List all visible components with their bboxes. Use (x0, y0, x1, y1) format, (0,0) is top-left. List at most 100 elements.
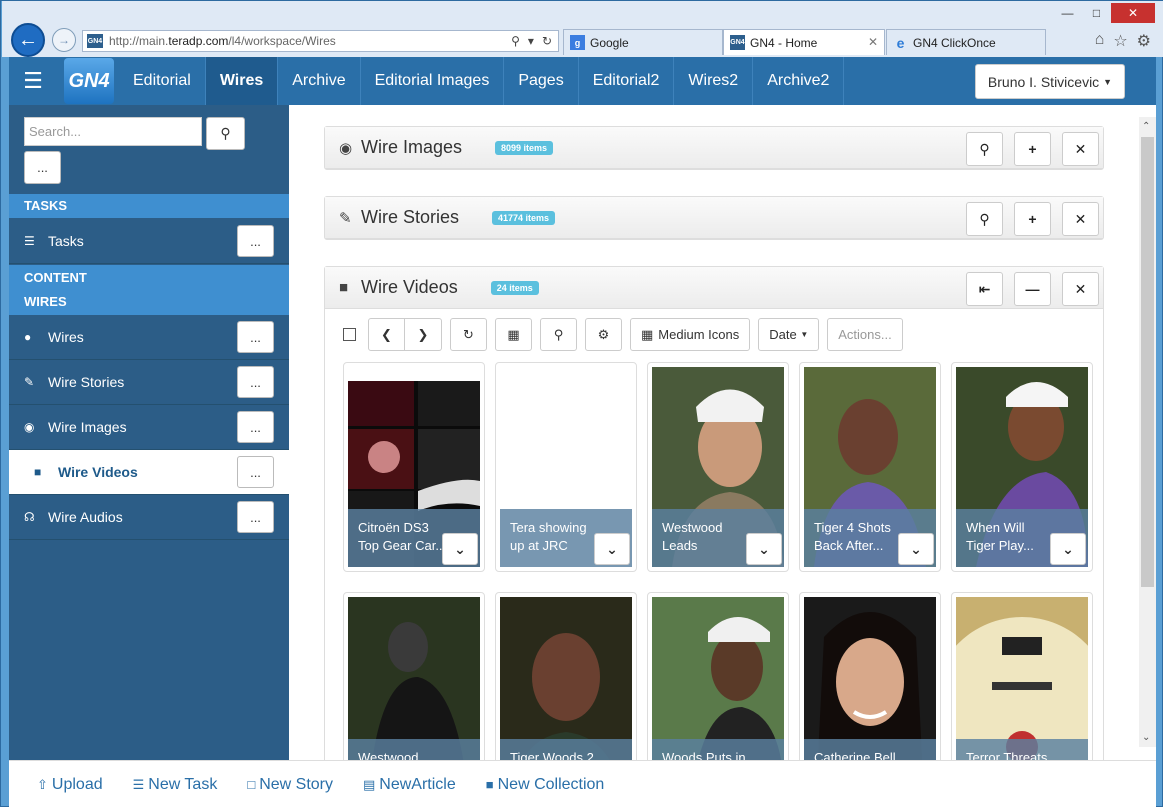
panel-header[interactable]: ◉ Wire Images 8099 items ⚲ + ✕ (325, 127, 1103, 169)
caret-down-icon: ▼ (1103, 76, 1112, 87)
more-button[interactable]: ... (237, 321, 274, 353)
unpin-button[interactable]: ⇤ (966, 272, 1003, 306)
card-menu-button[interactable]: ⌄ (594, 533, 630, 565)
search-button[interactable]: ⚲ (206, 117, 245, 150)
scroll-up-icon[interactable]: ⌃ (1142, 121, 1150, 132)
address-bar[interactable]: GN4 http://main.teradp.com/l4/workspace/… (82, 30, 559, 52)
previous-page-button[interactable]: ❮ (368, 318, 405, 351)
collapse-button[interactable]: — (1014, 272, 1051, 306)
vertical-scrollbar[interactable]: ⌃ ⌄ (1139, 117, 1156, 747)
settings-button[interactable]: ⚙ (585, 318, 622, 351)
video-card[interactable]: Tiger 4 Shots Back After... ⌄ (799, 362, 941, 572)
video-card[interactable]: Tera showing up at JRC ⌄ (495, 362, 637, 572)
select-all-checkbox[interactable] (343, 328, 356, 341)
scroll-down-icon[interactable]: ⌄ (1142, 732, 1150, 743)
favorites-star-icon[interactable]: ☆ (1113, 31, 1127, 51)
nav-archive[interactable]: Archive (278, 57, 361, 105)
scrollbar-thumb[interactable] (1141, 137, 1154, 587)
circle-arrow-right-icon: ❯ (417, 326, 429, 342)
new-collection-link[interactable]: ■ New Collection (486, 776, 605, 794)
collection-icon: ■ (485, 777, 494, 792)
task-list-icon: ☰ (132, 776, 145, 792)
video-card[interactable]: Terror Threats (951, 592, 1093, 760)
more-button[interactable]: ... (237, 225, 274, 257)
user-name: Bruno I. Stivicevic (987, 73, 1100, 90)
card-menu-button[interactable]: ⌄ (1050, 533, 1086, 565)
save-button[interactable]: ▦ (495, 318, 532, 351)
tab-gn4-home[interactable]: GN4 GN4 - Home ✕ (723, 29, 885, 55)
card-caption: Catherine Bell on (804, 739, 936, 760)
new-story-link[interactable]: □ New Story (247, 776, 333, 794)
tab-google[interactable]: g Google (563, 29, 723, 55)
close-window-icon[interactable]: ✕ (1111, 3, 1155, 23)
sidebar-item-wire-images[interactable]: ◉ Wire Images ... (9, 405, 289, 450)
more-button[interactable]: ... (237, 366, 274, 398)
expand-button[interactable]: + (1014, 202, 1051, 236)
video-card[interactable]: Westwood Leads Masters... ⌄ (647, 362, 789, 572)
video-card[interactable]: Catherine Bell on (799, 592, 941, 760)
url-domain: teradp.com (168, 34, 229, 48)
actions-button[interactable]: Actions... (827, 318, 903, 351)
panel-header[interactable]: ✎ Wire Stories 41774 items ⚲ + ✕ (325, 197, 1103, 239)
sidebar-item-wire-videos[interactable]: ■ Wire Videos ... (9, 450, 289, 495)
sidebar-item-wire-stories[interactable]: ✎ Wire Stories ... (9, 360, 289, 405)
refresh-button[interactable]: ↻ (450, 318, 487, 351)
video-card[interactable]: When Will Tiger Play... ⌄ (951, 362, 1093, 572)
close-tab-icon[interactable]: ✕ (868, 35, 878, 49)
url-text[interactable]: http://main.teradp.com/l4/workspace/Wire… (109, 34, 511, 48)
card-menu-button[interactable]: ⌄ (746, 533, 782, 565)
close-panel-button[interactable]: ✕ (1062, 272, 1099, 306)
home-icon[interactable]: ⌂ (1095, 31, 1105, 51)
search-input[interactable]: Search... (24, 117, 202, 146)
next-page-button[interactable]: ❯ (405, 318, 442, 351)
more-button[interactable]: ... (237, 501, 274, 533)
nav-editorial-images[interactable]: Editorial Images (361, 57, 505, 105)
close-panel-button[interactable]: ✕ (1062, 132, 1099, 166)
close-panel-button[interactable]: ✕ (1062, 202, 1099, 236)
pin-button[interactable]: ⚲ (966, 202, 1003, 236)
forward-button[interactable]: → (52, 28, 76, 52)
video-card[interactable]: Westwood (343, 592, 485, 760)
sidebar-more-button[interactable]: ... (24, 151, 61, 184)
refresh-icon[interactable]: ↻ (542, 34, 552, 48)
zoom-button[interactable]: ⚲ (540, 318, 577, 351)
nav-pages[interactable]: Pages (504, 57, 579, 105)
expand-button[interactable]: + (1014, 132, 1051, 166)
sidebar-item-wires[interactable]: ● Wires ... (9, 315, 289, 360)
hamburger-menu-icon[interactable]: ☰ (9, 57, 57, 105)
nav-wires2[interactable]: Wires2 (674, 57, 754, 105)
dropdown-icon[interactable]: ▾ (528, 34, 534, 48)
new-task-link[interactable]: ☰ New Task (133, 776, 218, 794)
new-article-link[interactable]: ▤ NewArticle (363, 776, 456, 794)
user-menu-button[interactable]: Bruno I. Stivicevic ▼ (974, 64, 1125, 99)
card-menu-button[interactable]: ⌄ (898, 533, 934, 565)
video-card[interactable]: Woods Puts in (647, 592, 789, 760)
upload-link[interactable]: ⇧ Upload (37, 776, 103, 794)
sort-dropdown[interactable]: Date ▼ (758, 318, 820, 351)
tab-gn4-clickonce[interactable]: e GN4 ClickOnce (886, 29, 1046, 55)
video-card[interactable]: Citroën DS3 Top Gear Car... ⌄ (343, 362, 485, 572)
search-icon[interactable]: ⚲ (511, 34, 520, 48)
arrow-right-icon: → (58, 33, 70, 47)
sidebar-item-wire-audios[interactable]: ☊ Wire Audios ... (9, 495, 289, 540)
minimize-icon[interactable]: — (1053, 3, 1082, 23)
thumbnail-image (500, 597, 632, 760)
sidebar-item-tasks[interactable]: ☰ Tasks ... (9, 219, 289, 264)
settings-gear-icon[interactable]: ⚙ (1137, 31, 1151, 51)
nav-archive2[interactable]: Archive2 (753, 57, 845, 105)
chevron-down-icon: ⌄ (910, 540, 922, 557)
gn4-logo[interactable]: GN4 (63, 57, 115, 105)
nav-editorial[interactable]: Editorial (119, 57, 206, 105)
view-mode-button[interactable]: ▦ Medium Icons (630, 318, 751, 351)
card-menu-button[interactable]: ⌄ (442, 533, 478, 565)
back-button[interactable]: ← (11, 23, 45, 57)
more-button[interactable]: ... (237, 411, 274, 443)
nav-wires[interactable]: Wires (205, 57, 279, 105)
maximize-icon[interactable]: □ (1082, 3, 1111, 23)
pin-button[interactable]: ⚲ (966, 132, 1003, 166)
video-card[interactable]: Tiger Woods 2 (495, 592, 637, 760)
file-icon: □ (247, 777, 256, 792)
more-button[interactable]: ... (237, 456, 274, 488)
panel-header[interactable]: ■ Wire Videos 24 items ⇤ — ✕ (325, 267, 1103, 309)
nav-editorial2[interactable]: Editorial2 (579, 57, 675, 105)
